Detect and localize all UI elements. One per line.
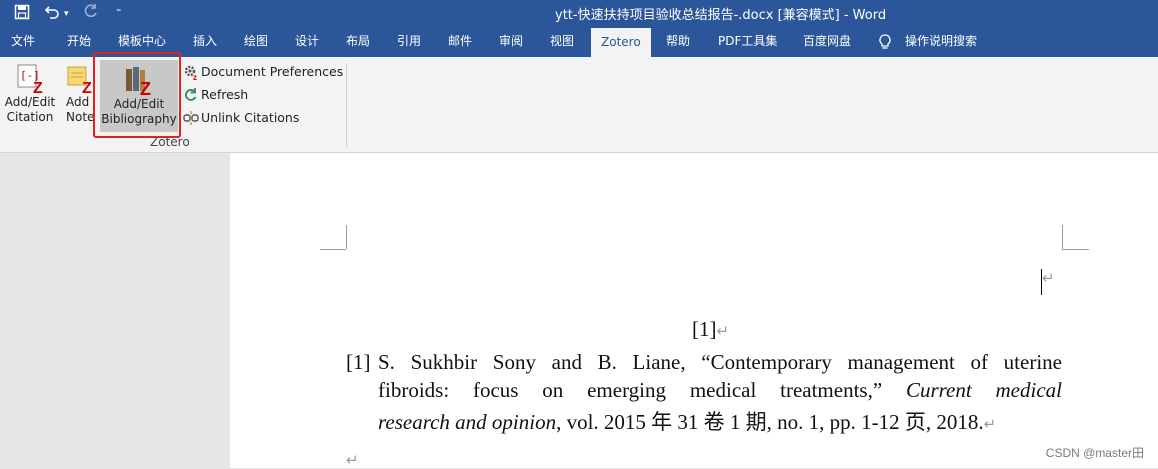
margin-mark-left-horizontal	[320, 249, 346, 250]
tab-zotero[interactable]: Zotero	[591, 28, 651, 57]
tab-baidu-netdisk[interactable]: 百度网盘	[803, 26, 851, 57]
margin-mark-right-horizontal	[1062, 249, 1089, 250]
tell-me-search[interactable]: 操作说明搜索	[905, 26, 977, 57]
tab-view[interactable]: 视图	[550, 26, 574, 57]
document-preferences-button[interactable]: z Document Preferences	[183, 64, 343, 84]
document-preferences-label: Document Preferences	[201, 64, 344, 79]
paragraph-mark-icon: ↵	[716, 322, 730, 340]
paragraph-mark-icon: ↵	[983, 415, 997, 433]
tab-help[interactable]: 帮助	[666, 26, 690, 57]
tab-draw[interactable]: 绘图	[244, 26, 268, 57]
paragraph-mark-icon: ↵	[346, 451, 359, 469]
margin-mark-right-vertical	[1062, 225, 1063, 249]
citation-marker[interactable]: [1]↵	[692, 317, 729, 342]
unlink-icon	[183, 110, 199, 125]
paragraph-mark-icon: ↵	[1042, 269, 1055, 287]
redo-icon[interactable]	[82, 4, 98, 20]
tab-insert[interactable]: 插入	[193, 26, 217, 57]
tab-layout[interactable]: 布局	[346, 26, 370, 57]
tab-references[interactable]: 引用	[397, 26, 421, 57]
title-bar: ▾ ⁼ ytt-快速扶持项目验收总结报告-.docx [兼容模式] - Word	[0, 0, 1158, 26]
svg-text:Z: Z	[82, 80, 92, 95]
margin-mark-left-vertical	[346, 225, 347, 249]
gear-icon: z	[184, 65, 197, 80]
bibliography-line-1: S. Sukhbir Sony and B. Liane, “Contempor…	[378, 350, 1062, 374]
tab-mailings[interactable]: 邮件	[448, 26, 472, 57]
note-icon: Z	[67, 66, 92, 95]
refresh-label: Refresh	[201, 87, 249, 102]
citation-icon: [-] Z	[17, 64, 43, 95]
tab-file[interactable]: 文件	[11, 26, 35, 57]
tab-review[interactable]: 审阅	[499, 26, 523, 57]
refresh-button[interactable]: Refresh	[183, 87, 248, 107]
watermark: CSDN @master田	[1045, 446, 1144, 460]
window-title: ytt-快速扶持项目验收总结报告-.docx [兼容模式] - Word	[555, 8, 887, 23]
document-page[interactable]: ↵ [1]↵ [1] S. Sukhbir Sony and B. Liane,…	[230, 153, 1158, 469]
navigation-gutter	[0, 153, 230, 468]
reference-number: [1]	[346, 350, 371, 374]
customize-icon[interactable]: ⁼	[116, 4, 121, 22]
undo-icon[interactable]	[44, 4, 60, 20]
tab-home[interactable]: 开始	[67, 26, 91, 57]
add-note-button[interactable]: Z Add Note	[62, 63, 96, 125]
refresh-icon	[185, 87, 197, 101]
add-note-label: Add Note	[66, 95, 95, 124]
unlink-citations-button[interactable]: Unlink Citations	[183, 110, 299, 130]
undo-dropdown-icon[interactable]: ▾	[64, 5, 69, 23]
save-icon[interactable]	[14, 4, 30, 20]
highlight-box	[93, 52, 181, 138]
svg-text:z: z	[193, 73, 197, 80]
add-edit-citation-button[interactable]: [-] Z Add/Edit Citation	[2, 63, 58, 125]
bibliography-line-2: fibroids: focus on emerging medical trea…	[378, 378, 1062, 402]
svg-text:Z: Z	[33, 80, 43, 95]
tab-pdf-tools[interactable]: PDF工具集	[718, 26, 777, 57]
bibliography-line-3: research and opinion, vol. 2015 年 31 卷 1…	[378, 410, 997, 434]
group-separator	[346, 63, 347, 147]
add-edit-citation-label: Add/Edit Citation	[4, 95, 56, 124]
tab-design[interactable]: 设计	[295, 26, 319, 57]
unlink-citations-label: Unlink Citations	[201, 110, 300, 125]
lightbulb-icon	[879, 34, 891, 49]
